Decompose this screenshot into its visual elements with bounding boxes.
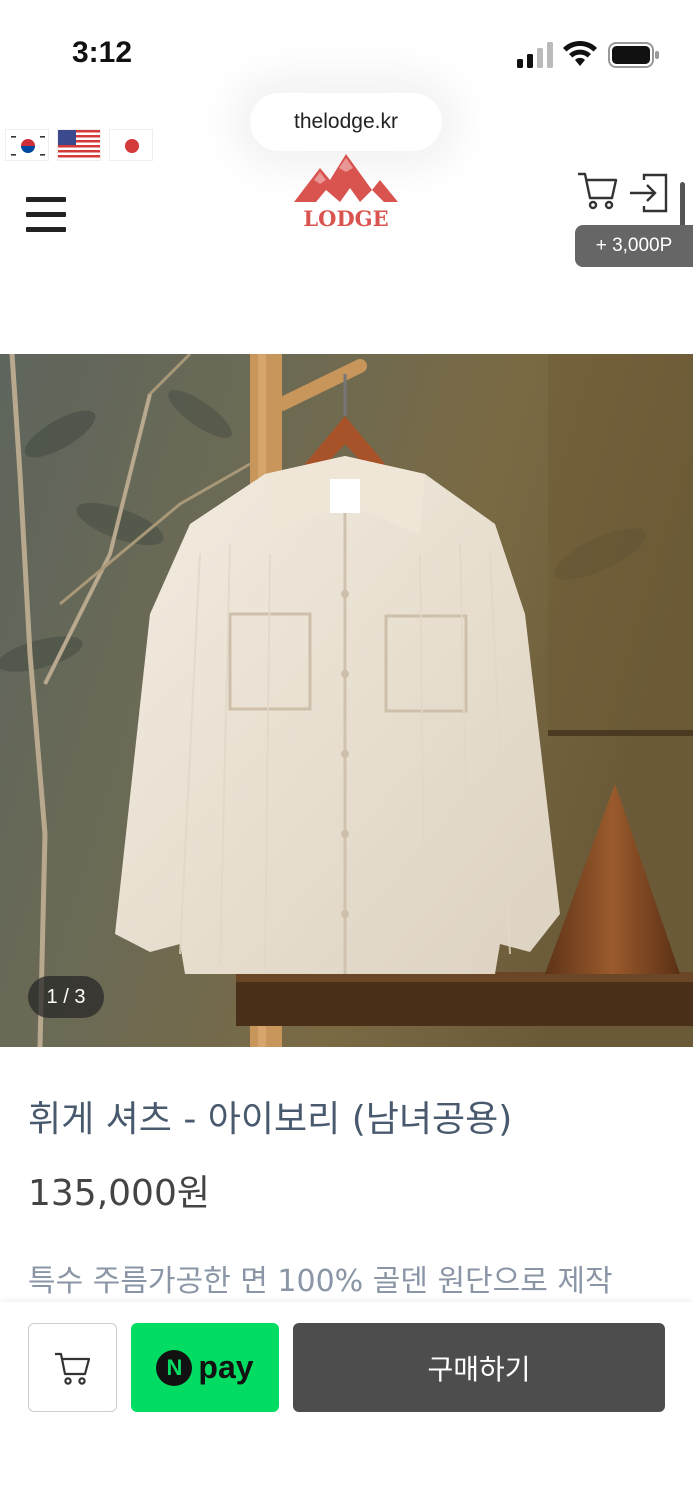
url-text: thelodge.kr: [294, 110, 398, 133]
status-bar: 3:12: [0, 0, 693, 100]
buy-now-label: 구매하기: [427, 1352, 531, 1386]
signal-icon: [517, 42, 553, 68]
menu-icon[interactable]: [26, 197, 66, 233]
product-price: 135,000원: [28, 1173, 210, 1214]
points-badge: + 3,000P: [575, 225, 693, 267]
korean-flag-icon[interactable]: [5, 129, 49, 161]
svg-text:LODGE: LODGE: [303, 206, 388, 231]
product-image[interactable]: [0, 354, 693, 1047]
npay-label: pay: [198, 1349, 254, 1385]
cart-icon[interactable]: [576, 170, 618, 212]
battery-icon: [608, 42, 659, 68]
image-counter: 1 / 3: [28, 976, 104, 1018]
wifi-icon: [563, 40, 597, 66]
product-title: 휘게 셔츠 - 아이보리 (남녀공용): [28, 1099, 513, 1140]
npay-button[interactable]: N pay: [131, 1323, 279, 1412]
login-icon[interactable]: [628, 172, 670, 214]
product-description: 특수 주름가공한 면 100% 골덴 원단으로 제작: [28, 1264, 613, 1299]
buy-now-button[interactable]: 구매하기: [293, 1323, 665, 1412]
us-flag-icon[interactable]: [57, 129, 101, 161]
lodge-logo[interactable]: LODGE: [290, 150, 402, 232]
address-bar[interactable]: thelodge.kr: [250, 93, 442, 151]
language-selector: [5, 129, 153, 161]
bottom-action-bar: N pay 구매하기: [0, 1302, 693, 1500]
cart-icon: [54, 1352, 90, 1385]
status-time: 3:12: [72, 36, 133, 69]
npay-logo-icon: N: [156, 1349, 193, 1386]
add-to-cart-button[interactable]: [28, 1323, 117, 1412]
japan-flag-icon[interactable]: [109, 129, 153, 161]
